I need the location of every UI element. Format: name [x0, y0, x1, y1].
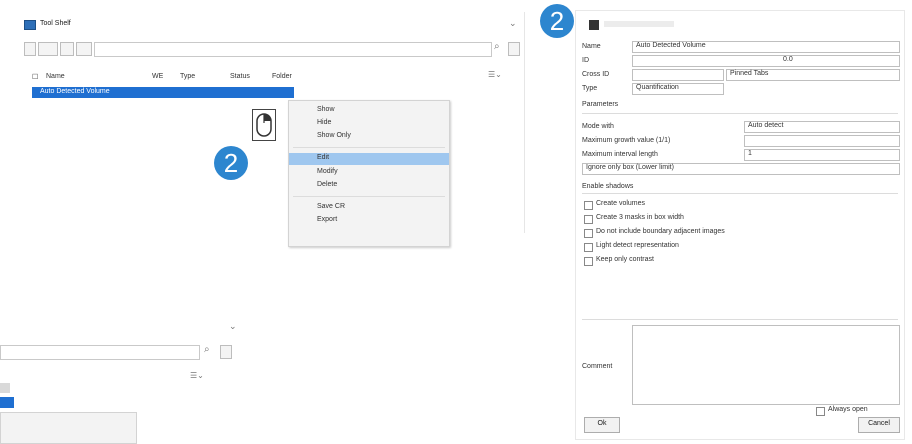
always-open-checkbox[interactable] [816, 407, 825, 416]
app-logo-icon [24, 20, 36, 30]
menu-divider [293, 196, 445, 197]
name-label: Name [582, 43, 601, 50]
keep-contrast-label: Keep only contrast [596, 256, 654, 263]
properties-dialog: Name Auto Detected Volume ID 0.0 Cross I… [575, 10, 905, 440]
cancel-button[interactable]: Cancel [858, 417, 900, 433]
search-input[interactable] [94, 42, 492, 57]
menu-item-hide[interactable]: Hide [289, 118, 449, 130]
search-icon[interactable]: ⌕ [494, 41, 500, 52]
interval-label: Maximum interval length [582, 151, 658, 158]
growth-label: Maximum growth value (1/1) [582, 137, 671, 144]
boundary-checkbox[interactable] [584, 229, 593, 238]
object-list-window-partial: ⌄ ⌕ ☰⌄ [0, 315, 240, 444]
menu-item-save-cr[interactable]: Save CR [289, 202, 449, 214]
mode-select[interactable]: Auto detect [744, 121, 900, 133]
type-label: Type [582, 85, 598, 92]
interval-field[interactable]: 1 [744, 149, 900, 161]
collapse-icon[interactable]: ⌄ [229, 321, 237, 332]
dialog-title [604, 21, 674, 27]
light-detect-checkbox[interactable] [584, 243, 593, 252]
boundary-label: Do not include boundary adjacent images [596, 228, 725, 235]
column-chooser-icon[interactable]: ☰⌄ [190, 371, 204, 380]
divider [582, 113, 898, 114]
step-badge: 2 [540, 4, 574, 38]
menu-item-delete[interactable]: Delete [289, 180, 449, 192]
grid-view-icon[interactable] [220, 345, 232, 359]
toolbar-dropdown[interactable] [38, 42, 58, 56]
menu-divider [293, 147, 445, 148]
table-header: ☐ Name WE Type Status Folder [18, 72, 488, 84]
create-volumes-checkbox[interactable] [584, 201, 593, 210]
mouse-right-click-icon [252, 109, 276, 141]
search-icon[interactable]: ⌕ [204, 344, 210, 355]
cross-id-select[interactable] [632, 69, 724, 81]
collapse-icon[interactable]: ⌄ [509, 18, 517, 29]
grid-view-icon[interactable] [508, 42, 520, 56]
table-row-selected[interactable] [0, 397, 14, 408]
enable-shadows-label: Enable shadows [582, 183, 634, 190]
id-field[interactable]: 0.0 [632, 55, 900, 67]
divider [582, 193, 898, 194]
growth-field[interactable] [744, 135, 900, 147]
type-select[interactable]: Quantification [632, 83, 724, 95]
parameters-header: Parameters [582, 101, 619, 108]
cross-id-label: Cross ID [582, 71, 610, 78]
menu-item-edit[interactable]: Edit [289, 153, 449, 165]
comment-textarea[interactable] [632, 325, 900, 405]
always-open-label: Always open [828, 406, 868, 413]
id-label: ID [582, 57, 589, 64]
row-name: Auto Detected Volume [40, 88, 110, 95]
cross-id-value[interactable]: Pinned Tabs [726, 69, 900, 81]
column-header-checkbox[interactable]: ☐ [32, 73, 38, 81]
menu-item-show[interactable]: Show [289, 105, 449, 117]
toolbar-button[interactable] [24, 42, 36, 56]
create-volumes-label: Create volumes [596, 200, 646, 207]
menu-item-export[interactable]: Export [289, 215, 449, 227]
column-header-status[interactable]: Status [230, 73, 250, 80]
step-badge: 2 [214, 146, 248, 180]
column-header-type[interactable]: Type [180, 73, 195, 80]
table-row[interactable] [0, 383, 10, 393]
keep-contrast-checkbox[interactable] [584, 257, 593, 266]
menu-item-modify[interactable]: Modify [289, 167, 449, 179]
window-title: Tool Shelf [40, 20, 71, 27]
search-input[interactable] [0, 345, 200, 360]
mode-label: Mode with [582, 123, 614, 130]
ok-button[interactable]: Ok [584, 417, 620, 433]
create-masks-label: Create 3 masks in box width [596, 214, 684, 221]
column-header-name[interactable]: Name [46, 73, 65, 80]
context-menu: Show Hide Show Only Edit Modify Delete S… [288, 100, 450, 247]
toolbar-button[interactable] [60, 42, 74, 56]
light-detect-label: Light detect representation [596, 242, 679, 249]
column-chooser-icon[interactable]: ☰⌄ [488, 70, 502, 79]
table-row-selected[interactable]: Auto Detected Volume [32, 87, 294, 98]
dialog-icon [589, 20, 599, 30]
name-field[interactable]: Auto Detected Volume [632, 41, 900, 53]
create-masks-checkbox[interactable] [584, 215, 593, 224]
toolbar-button[interactable] [76, 42, 92, 56]
column-header-we[interactable]: WE [152, 73, 163, 80]
context-menu [0, 412, 137, 444]
divider [582, 319, 898, 320]
menu-item-show-only[interactable]: Show Only [289, 131, 449, 143]
range-select[interactable]: Ignore only box (Lower limit) [582, 163, 900, 175]
column-header-folder[interactable]: Folder [272, 73, 292, 80]
object-list-window: Tool Shelf ⌄ ⌕ ☐ Name WE Type Status Fol… [18, 12, 525, 247]
comment-label: Comment [582, 363, 613, 370]
